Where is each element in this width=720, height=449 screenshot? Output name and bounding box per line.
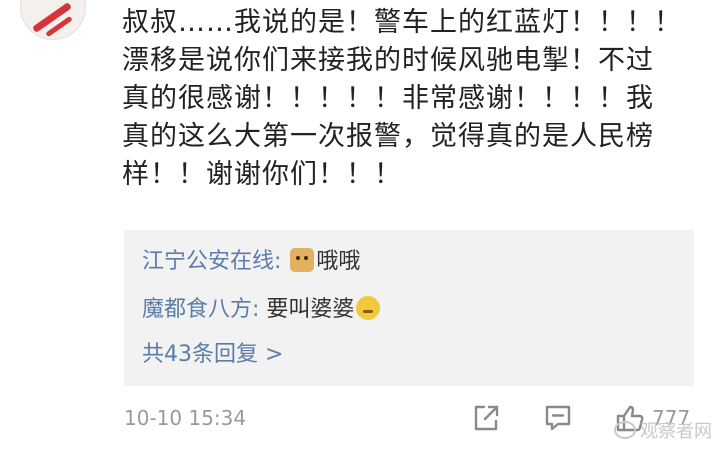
- comment-line: 真的这么大第一次报警，觉得真的是人民榜: [122, 121, 654, 152]
- share-icon[interactable]: [470, 402, 502, 434]
- avatar[interactable]: [20, 0, 86, 40]
- more-replies-link[interactable]: 共43条回复 >: [142, 340, 283, 370]
- reply-author[interactable]: 魔都食八方:: [142, 297, 259, 322]
- thinking-icon: [356, 296, 381, 320]
- comment-line: 漂移是说你们来接我的时候风驰电掣！不过: [122, 45, 654, 76]
- timestamp: 10-10 15:34: [124, 406, 247, 430]
- comment-line: 叔叔……我说的是！警车上的红蓝灯！！！！: [122, 7, 682, 38]
- watermark: 观察者网: [614, 417, 712, 443]
- reply-text: 哦哦: [316, 249, 361, 274]
- comment-icon[interactable]: [542, 402, 574, 434]
- watermark-text: 观察者网: [640, 421, 712, 442]
- comment-line: 真的很感谢！！！！！非常感谢！！！！我: [122, 83, 654, 114]
- reply-author[interactable]: 江宁公安在线:: [142, 249, 281, 274]
- comment-text: 叔叔……我说的是！警车上的红蓝灯！！！！ 漂移是说你们来接我的时候风驰电掣！不过…: [122, 4, 702, 194]
- doge-icon: [290, 248, 315, 272]
- reply-box[interactable]: 江宁公安在线: 哦哦 魔都食八方: 要叫婆婆 共43条回复 >: [124, 230, 694, 386]
- reply-item[interactable]: 江宁公安在线: 哦哦: [142, 247, 360, 277]
- reply-text: 要叫婆婆: [266, 297, 355, 322]
- weibo-eye-icon: [614, 421, 636, 439]
- comment-line: 样！！谢谢你们！！！: [122, 159, 402, 190]
- reply-item[interactable]: 魔都食八方: 要叫婆婆: [142, 295, 382, 325]
